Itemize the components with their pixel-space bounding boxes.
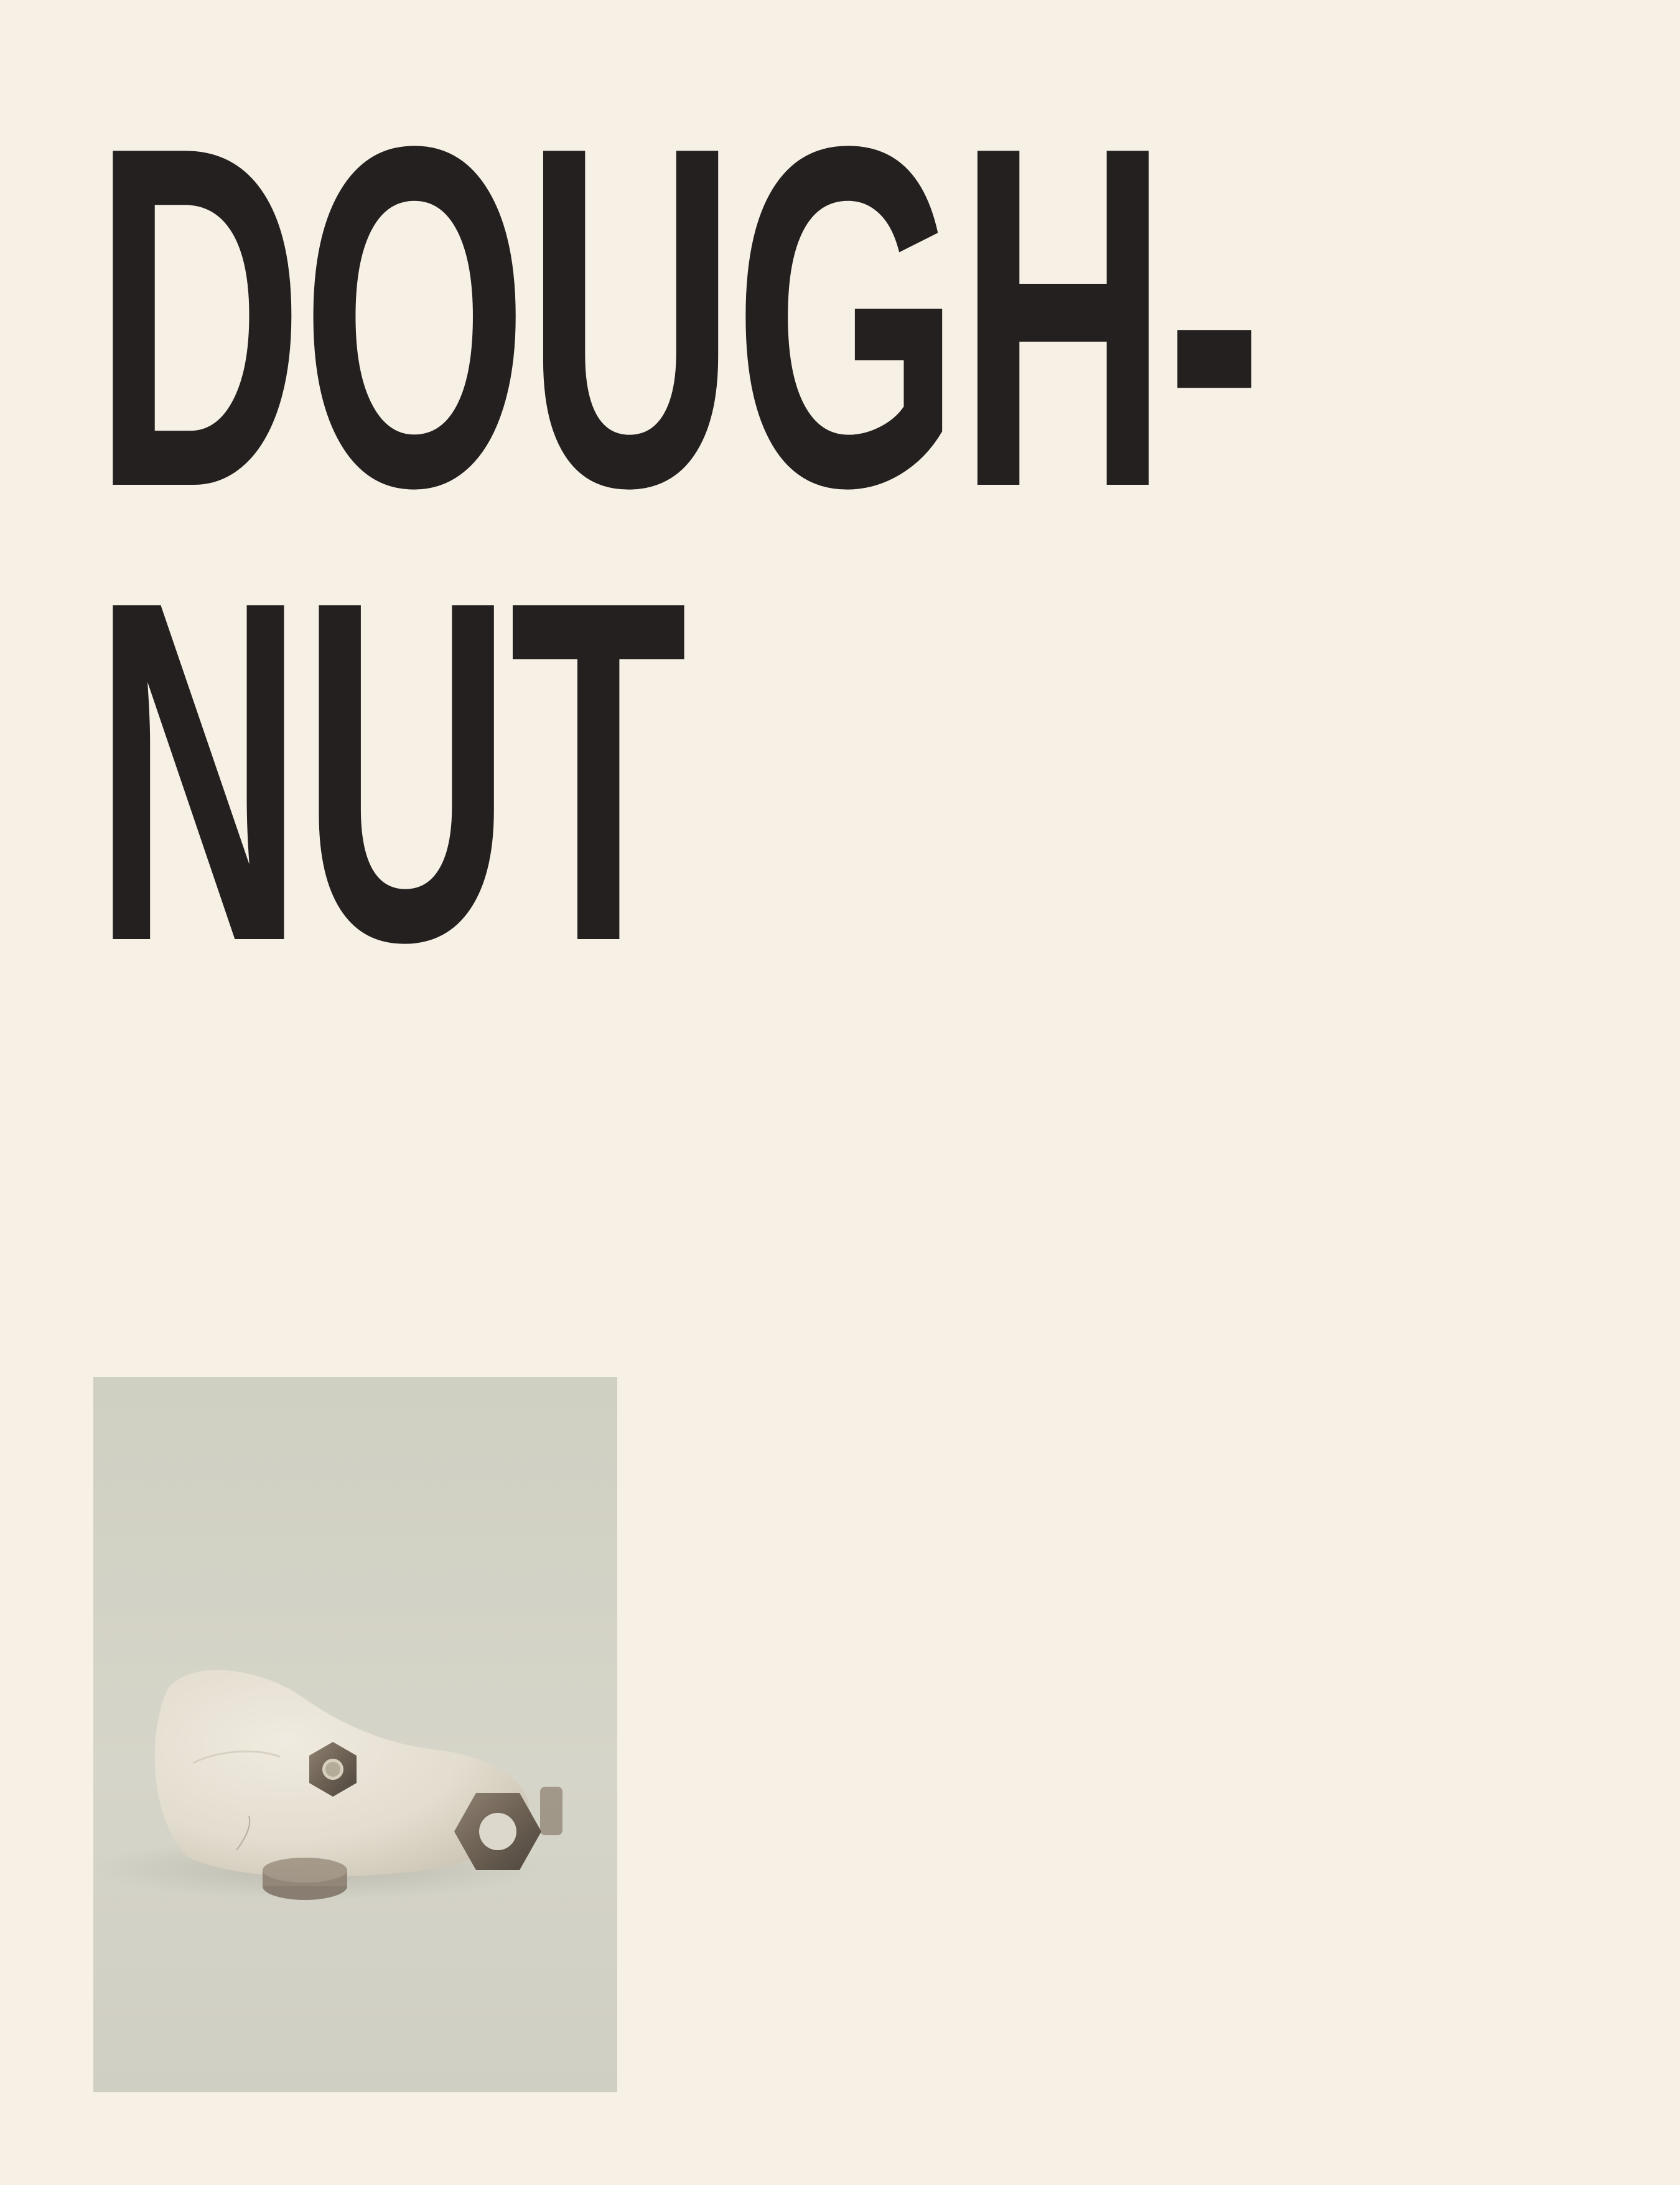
headline: DOUGH- NUT <box>93 46 1276 1042</box>
dough-with-nuts-photo <box>93 1377 617 2092</box>
headline-line-1: DOUGH- <box>93 46 1263 588</box>
photo-illustration <box>93 1377 617 2092</box>
headline-line-2: NUT <box>93 500 688 1042</box>
